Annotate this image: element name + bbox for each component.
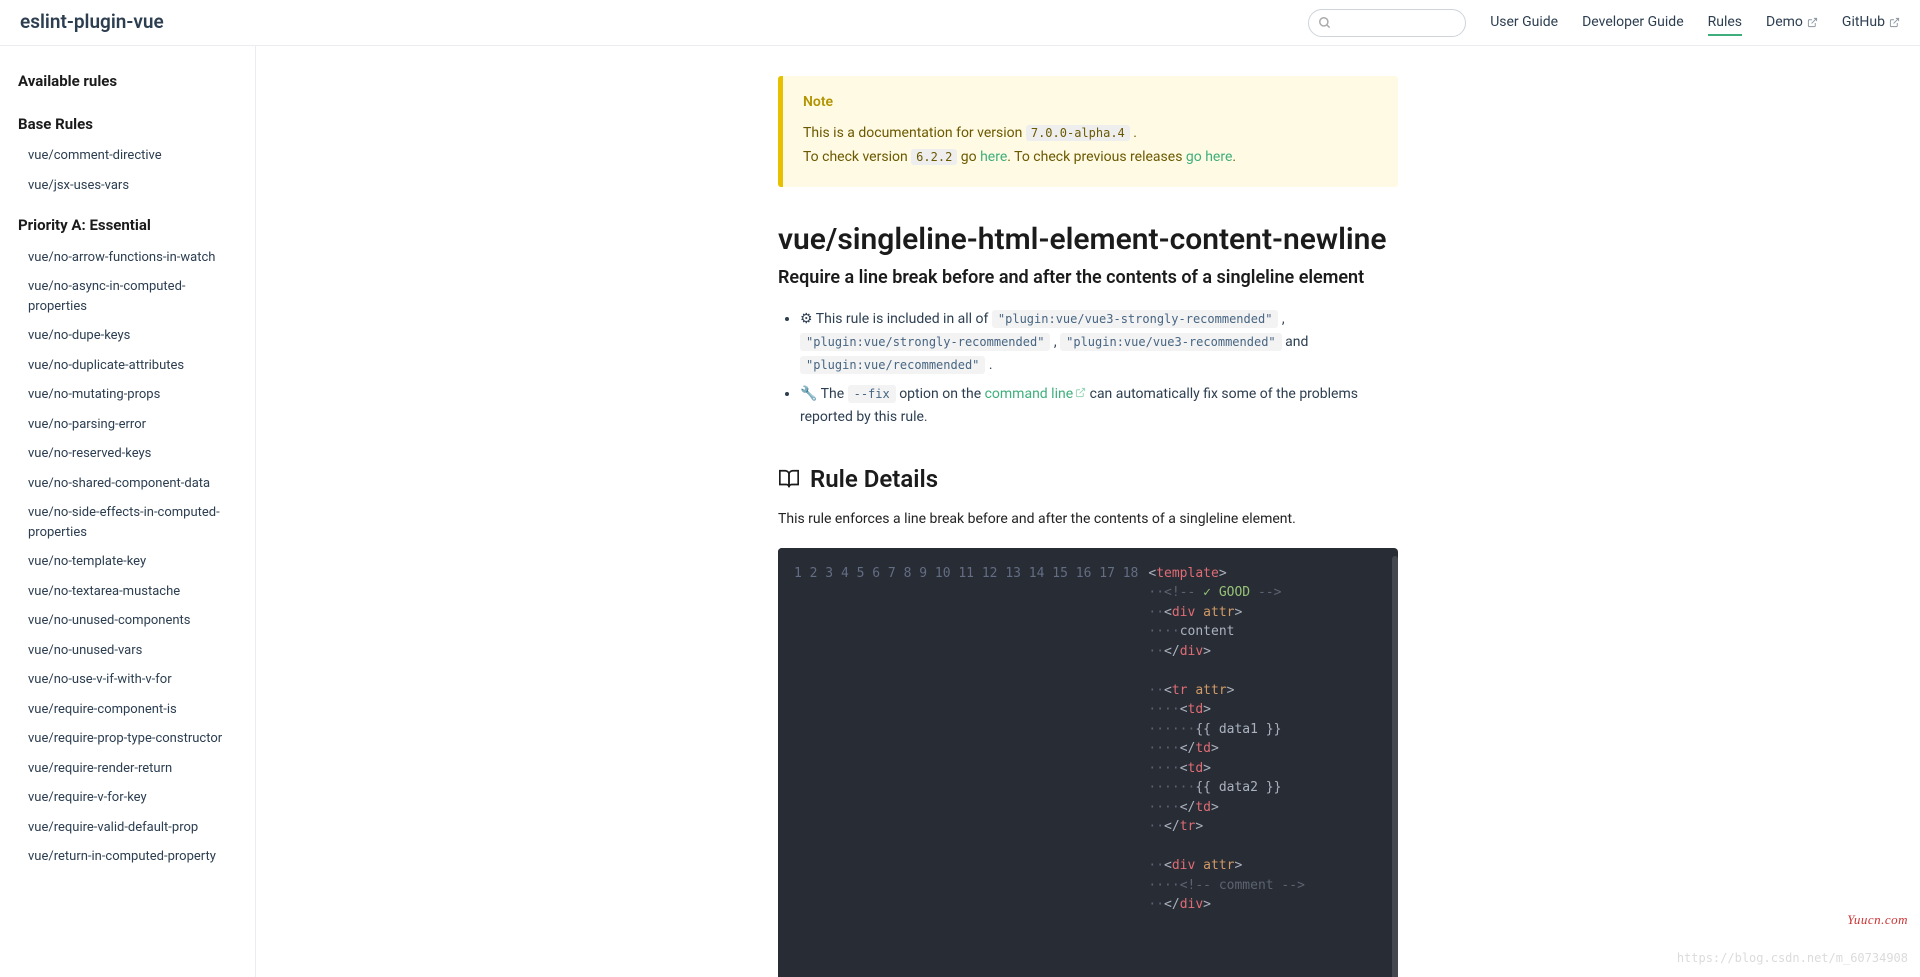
- nav-link-github[interactable]: GitHub: [1842, 12, 1900, 33]
- sidebar-item[interactable]: vue/no-reserved-keys: [0, 439, 255, 469]
- external-link-icon: [1889, 17, 1900, 28]
- cmdline-link[interactable]: command line: [985, 386, 1087, 402]
- rule-heading: vue/singleline-html-element-content-newl…: [778, 217, 1398, 262]
- header-right: User Guide Developer Guide Rules Demo GitHub: [1308, 9, 1900, 37]
- section-desc: This rule enforces a line break before a…: [778, 509, 1398, 530]
- sidebar-item[interactable]: vue/no-mutating-props: [0, 380, 255, 410]
- search-box: [1308, 9, 1466, 37]
- rule-meta-list: ⚙ This rule is included in all of "plugi…: [778, 308, 1398, 428]
- sidebar-item[interactable]: vue/require-prop-type-constructor: [0, 724, 255, 754]
- note-link[interactable]: here: [980, 149, 1007, 165]
- meta-text: option on the: [896, 386, 985, 402]
- nav-label: GitHub: [1842, 12, 1885, 33]
- preset-code: "plugin:vue/vue3-strongly-recommended": [992, 310, 1279, 328]
- note-text: . To check previous releases: [1007, 149, 1186, 165]
- external-link-icon: [1807, 17, 1818, 28]
- sidebar-item[interactable]: vue/no-unused-vars: [0, 636, 255, 666]
- sidebar-item[interactable]: vue/return-in-computed-property: [0, 842, 255, 872]
- nav-label: Demo: [1766, 12, 1803, 33]
- preset-code: "plugin:vue/recommended": [800, 356, 985, 374]
- note-box: Note This is a documentation for version…: [778, 76, 1398, 187]
- sidebar-item[interactable]: vue/no-arrow-functions-in-watch: [0, 243, 255, 273]
- meta-text: ⚙ This rule is included in all of: [800, 311, 992, 327]
- meta-item-fixable: 🔧 The --fix option on the command line c…: [800, 383, 1398, 429]
- fix-code: --fix: [848, 385, 896, 403]
- sidebar-item[interactable]: vue/no-textarea-mustache: [0, 577, 255, 607]
- meta-sep: ,: [1050, 334, 1060, 350]
- sidebar-item[interactable]: vue/require-valid-default-prop: [0, 813, 255, 843]
- note-text: To check version: [803, 149, 911, 165]
- sidebar-item[interactable]: vue/no-shared-component-data: [0, 469, 255, 499]
- preset-code: "plugin:vue/strongly-recommended": [800, 333, 1050, 351]
- code-lines[interactable]: <template> ··<!-- ✓ GOOD --> ··<div attr…: [1148, 548, 1398, 977]
- meta-item-presets: ⚙ This rule is included in all of "plugi…: [800, 308, 1398, 377]
- container: Available rules Base Rulesvue/comment-dir…: [0, 46, 1920, 977]
- nav-label: Rules: [1708, 12, 1742, 33]
- note-text: go: [957, 149, 980, 165]
- content: Note This is a documentation for version…: [778, 66, 1398, 977]
- sidebar-item[interactable]: vue/require-component-is: [0, 695, 255, 725]
- sidebar-section-title[interactable]: Available rules: [0, 64, 255, 99]
- meta-sep: ,: [1278, 311, 1284, 327]
- sidebar-item[interactable]: vue/require-v-for-key: [0, 783, 255, 813]
- book-icon: [778, 468, 800, 490]
- sidebar-item[interactable]: vue/no-parsing-error: [0, 410, 255, 440]
- sidebar-item[interactable]: vue/no-unused-components: [0, 606, 255, 636]
- meta-text: 🔧 The: [800, 386, 848, 402]
- sidebar-group: Priority A: Essentialvue/no-arrow-functi…: [0, 208, 255, 872]
- site-title[interactable]: eslint-plugin-vue: [20, 8, 164, 37]
- sidebar-item[interactable]: vue/no-dupe-keys: [0, 321, 255, 351]
- sidebar-item[interactable]: vue/comment-directive: [0, 141, 255, 171]
- nav-label: User Guide: [1490, 12, 1558, 33]
- header: eslint-plugin-vue User Guide Developer Gu…: [0, 0, 1920, 46]
- sidebar-group: Base Rulesvue/comment-directivevue/jsx-u…: [0, 107, 255, 201]
- sidebar-item[interactable]: vue/no-async-in-computed-properties: [0, 272, 255, 321]
- version-code: 6.2.2: [911, 149, 957, 165]
- section-heading-rule-details: Rule Details: [778, 461, 1398, 497]
- search-icon: [1318, 16, 1332, 30]
- sidebar-group: Available rules: [0, 64, 255, 99]
- nav-link-demo[interactable]: Demo: [1766, 12, 1818, 33]
- sidebar-item[interactable]: vue/require-render-return: [0, 754, 255, 784]
- note-link[interactable]: go here: [1186, 149, 1233, 165]
- cmdline-text: command line: [985, 386, 1074, 402]
- sidebar-section-title[interactable]: Base Rules: [0, 107, 255, 142]
- nav-link-rules[interactable]: Rules: [1708, 12, 1742, 36]
- note-title: Note: [803, 92, 1378, 113]
- nav-links: User Guide Developer Guide Rules Demo GitHub: [1490, 12, 1900, 33]
- nav-label: Developer Guide: [1582, 12, 1684, 33]
- note-body: This is a documentation for version 7.0.…: [803, 123, 1378, 168]
- sidebar-item[interactable]: vue/no-duplicate-attributes: [0, 351, 255, 381]
- preset-code: "plugin:vue/vue3-recommended": [1060, 333, 1282, 351]
- code-block: 1 2 3 4 5 6 7 8 9 10 11 12 13 14 15 16 1…: [778, 548, 1398, 977]
- note-text: This is a documentation for version: [803, 125, 1026, 141]
- rule-subheading: Require a line break before and after th…: [778, 266, 1398, 290]
- sidebar-item[interactable]: vue/no-side-effects-in-computed-properti…: [0, 498, 255, 547]
- note-text: .: [1232, 149, 1236, 165]
- watermark: Yuucn.com: [1847, 910, 1908, 930]
- watermark-url: https://blog.csdn.net/m_60734908: [1677, 949, 1908, 967]
- nav-link-user-guide[interactable]: User Guide: [1490, 12, 1558, 33]
- sidebar-item[interactable]: vue/no-template-key: [0, 547, 255, 577]
- section-title-text: Rule Details: [810, 461, 938, 497]
- version-code: 7.0.0-alpha.4: [1026, 125, 1130, 141]
- nav-link-developer-guide[interactable]: Developer Guide: [1582, 12, 1684, 33]
- sidebar-section-title[interactable]: Priority A: Essential: [0, 208, 255, 243]
- code-scrollbar[interactable]: [1392, 556, 1398, 977]
- sidebar[interactable]: Available rules Base Rulesvue/comment-dir…: [0, 46, 256, 977]
- main[interactable]: Note This is a documentation for version…: [256, 46, 1920, 977]
- line-gutter: 1 2 3 4 5 6 7 8 9 10 11 12 13 14 15 16 1…: [778, 548, 1148, 977]
- sidebar-item[interactable]: vue/jsx-uses-vars: [0, 171, 255, 201]
- meta-sep: and: [1282, 334, 1309, 350]
- sidebar-item[interactable]: vue/no-use-v-if-with-v-for: [0, 665, 255, 695]
